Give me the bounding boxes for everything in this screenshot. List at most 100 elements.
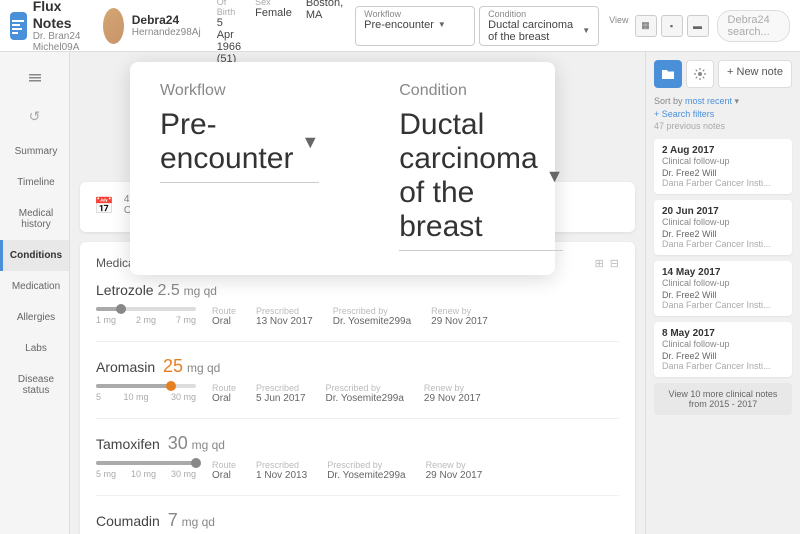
- note-card-0[interactable]: 2 Aug 2017 Clinical follow-up Dr. Free2 …: [654, 139, 792, 194]
- letrozole-slider[interactable]: [96, 307, 196, 311]
- dropdown-condition-label: Condition: [399, 82, 563, 100]
- patient-name: Debra24: [132, 13, 201, 27]
- sex-value: Female: [255, 7, 292, 19]
- med-entry-tamoxifen: Tamoxifen 30 mg qd: [96, 433, 619, 496]
- workflow-condition-dropdown: Workflow Pre-encounter ▼ Condition Ducta…: [130, 62, 555, 275]
- note-card-3[interactable]: 8 May 2017 Clinical follow-up Dr. Free2 …: [654, 322, 792, 377]
- view-label: View: [609, 15, 628, 37]
- note-date-3: 8 May 2017: [662, 328, 784, 339]
- left-sidebar: ↺ Summary Timeline Medical history Condi…: [0, 52, 70, 534]
- sidebar-item-allergies[interactable]: Allergies: [0, 302, 69, 333]
- note-type-3: Clinical follow-up: [662, 339, 784, 349]
- dropdown-workflow-value[interactable]: Pre-encounter ▼: [160, 108, 319, 183]
- calendar-icon: 📅: [94, 196, 114, 216]
- note-author-0: Dr. Free2 Will: [662, 168, 784, 178]
- notes-count: 47 previous notes: [654, 121, 792, 131]
- med-expand-icon[interactable]: ⊞: [595, 257, 604, 270]
- workflow-selector-label: Workflow: [364, 9, 466, 19]
- sidebar-item-disease-status[interactable]: Disease status: [0, 364, 69, 406]
- patient-sex-group: Admin. sex Female: [255, 0, 292, 65]
- note-org-3: Dana Farber Cancer Insti...: [662, 361, 784, 371]
- note-org-0: Dana Farber Cancer Insti...: [662, 178, 784, 188]
- view-btn-2[interactable]: ▪: [661, 15, 683, 37]
- sidebar-item-timeline[interactable]: Timeline: [0, 167, 69, 198]
- condition-dropdown-arrow: ▼: [546, 166, 564, 187]
- app-header: Flux Notes Dr. Bran24 Michel09A Debra24 …: [0, 0, 800, 52]
- location-value: Boston, MA: [306, 0, 343, 21]
- sidebar-item-medication[interactable]: Medication: [0, 271, 69, 302]
- patient-id: Hernandez98Aj: [132, 27, 201, 38]
- sort-value[interactable]: most recent: [685, 96, 732, 106]
- sidebar-top-icon[interactable]: [15, 60, 55, 96]
- note-type-2: Clinical follow-up: [662, 278, 784, 288]
- med-entry-aromasin: Aromasin 25 mg qd: [96, 356, 619, 419]
- aromasin-slider-row: [96, 384, 196, 388]
- workflow-dropdown-arrow: ▼: [301, 132, 319, 153]
- app-subtitle: Dr. Bran24 Michel09A: [33, 31, 91, 53]
- aromasin-slider-labels: 5 10 mg 30 mg: [96, 392, 196, 402]
- view-more-btn[interactable]: View 10 more clinical notes from 2015 - …: [654, 383, 792, 415]
- tamoxifen-slider-row: [96, 461, 196, 465]
- note-org-2: Dana Farber Cancer Insti...: [662, 300, 784, 310]
- main-layout: ↺ Summary Timeline Medical history Condi…: [0, 52, 800, 534]
- tamoxifen-details: RouteOral Prescribed1 Nov 2013 Prescribe…: [212, 460, 482, 481]
- med-name-aromasin: Aromasin 25 mg qd: [96, 356, 619, 377]
- note-org-1: Dana Farber Cancer Insti...: [662, 239, 784, 249]
- search-input[interactable]: Debra24 search...: [717, 10, 790, 42]
- note-type-0: Clinical follow-up: [662, 156, 784, 166]
- notes-gear-btn[interactable]: [686, 60, 714, 88]
- view-controls: View ▦ ▪ ▬: [609, 15, 708, 37]
- med-name-letrozole: Letrozole 2.5 mg qd: [96, 282, 619, 300]
- workflow-selector-value: Pre-encounter: [364, 19, 466, 31]
- patient-dob-group: Date of birth 5 Apr 1966 (51): [217, 0, 241, 65]
- dropdown-condition-col: Condition Ductal carcinoma of the breast…: [399, 82, 563, 251]
- content-area: Workflow Pre-encounter ▼ Condition Ducta…: [70, 52, 645, 534]
- med-entry-letrozole: Letrozole 2.5 mg qd: [96, 282, 619, 342]
- app-name-group: Flux Notes Dr. Bran24 Michel09A: [33, 0, 91, 53]
- view-btn-1[interactable]: ▦: [635, 15, 657, 37]
- letrozole-slider-labels: 1 mg 2 mg 7 mg: [96, 315, 196, 325]
- sidebar-item-conditions[interactable]: Conditions: [0, 240, 69, 271]
- workflow-selector[interactable]: Workflow Pre-encounter: [355, 6, 475, 46]
- new-note-btn[interactable]: + New note: [718, 60, 792, 88]
- sidebar-item-labs[interactable]: Labs: [0, 333, 69, 364]
- app-logo: Flux Notes Dr. Bran24 Michel09A: [10, 0, 91, 53]
- note-date-0: 2 Aug 2017: [662, 145, 784, 156]
- sidebar-item-medical-history[interactable]: Medical history: [0, 198, 69, 240]
- dropdown-row: Workflow Pre-encounter ▼ Condition Ducta…: [160, 82, 525, 251]
- note-card-2[interactable]: 14 May 2017 Clinical follow-up Dr. Free2…: [654, 261, 792, 316]
- med-grid-icon[interactable]: ⊟: [610, 257, 619, 270]
- medication-section: Medication Ductal carcinoma of the breas…: [80, 242, 635, 534]
- dropdown-workflow-col: Workflow Pre-encounter ▼: [160, 82, 319, 183]
- aromasin-slider[interactable]: [96, 384, 196, 388]
- tamoxifen-slider-labels: 5 mg 10 mg 30 mg: [96, 469, 196, 479]
- workflow-condition-selectors: Workflow Pre-encounter Condition Ductal …: [355, 6, 599, 46]
- patient-avatar: [103, 8, 124, 44]
- tamoxifen-slider[interactable]: [96, 461, 196, 465]
- med-name-coumadin: Coumadin 7 mg qd: [96, 510, 619, 531]
- condition-selector-label: Condition: [488, 9, 590, 19]
- med-name-tamoxifen: Tamoxifen 30 mg qd: [96, 433, 619, 454]
- filter-row[interactable]: + Search filters: [654, 109, 792, 119]
- note-date-1: 20 Jun 2017: [662, 206, 784, 217]
- note-card-1[interactable]: 20 Jun 2017 Clinical follow-up Dr. Free2…: [654, 200, 792, 255]
- condition-selector[interactable]: Condition Ductal carcinoma of the breast: [479, 6, 599, 46]
- sidebar-item-summary[interactable]: Summary: [0, 136, 69, 167]
- letrozole-slider-row: [96, 307, 196, 311]
- app-logo-icon: [10, 12, 27, 40]
- note-type-1: Clinical follow-up: [662, 217, 784, 227]
- note-author-1: Dr. Free2 Will: [662, 229, 784, 239]
- dob-value: 5 Apr 1966 (51): [217, 17, 241, 65]
- dob-label: Date of birth: [217, 0, 241, 17]
- dropdown-condition-value[interactable]: Ductal carcinoma of the breast ▼: [399, 108, 563, 251]
- view-btn-3[interactable]: ▬: [687, 15, 709, 37]
- sidebar-refresh-icon[interactable]: ↺: [15, 98, 55, 134]
- right-panel: + New note Sort by most recent ▾ + Searc…: [645, 52, 800, 534]
- note-author-2: Dr. Free2 Will: [662, 290, 784, 300]
- aromasin-details: RouteOral Prescribed5 Jun 2017 Prescribe…: [212, 383, 481, 404]
- letrozole-details: RouteOral Prescribed13 Nov 2017 Prescrib…: [212, 306, 488, 327]
- app-title: Flux Notes: [33, 0, 91, 31]
- notes-folder-btn[interactable]: [654, 60, 682, 88]
- patient-location-group: Location Boston, MA: [306, 0, 343, 65]
- note-author-3: Dr. Free2 Will: [662, 351, 784, 361]
